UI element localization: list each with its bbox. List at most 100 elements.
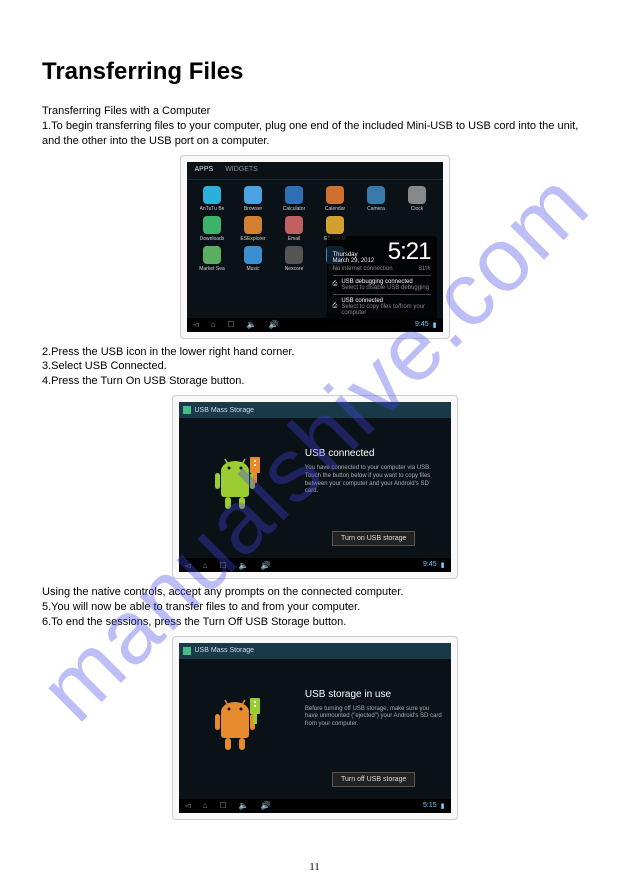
usb-desc: Before turning off USB storage, make sur… [305, 706, 443, 729]
app-glyph-icon [367, 216, 385, 234]
subtitle: Transferring Files with a Computer [42, 104, 587, 119]
app-icon: Downloads [193, 216, 232, 242]
recent-icon: ☐ [220, 801, 227, 810]
step-6: 6.To end the sessions, press the Turn Of… [42, 615, 587, 630]
app-label: Market Sea [199, 266, 225, 272]
app-icon: Browser [234, 186, 273, 212]
vol-up-icon: 🔊 [261, 801, 271, 810]
figure-1-tablet: APPS WIDGETS AnTuTu Be Browser Calculator C… [180, 155, 450, 339]
usb-desc: You have connected to your computer via … [305, 465, 443, 496]
usb-icon: ⎙ [333, 281, 338, 288]
app-label: Nexcore [285, 266, 304, 272]
nav-time: 9:45 [415, 321, 429, 329]
home-icon: ⌂ [203, 561, 208, 570]
app-label: Calculator [283, 206, 306, 212]
recent-icon: ☐ [228, 320, 235, 329]
app-glyph-icon [408, 216, 426, 234]
step-4: 4.Press the Turn On USB Storage button. [42, 374, 587, 389]
figure-2-screen: USB Mass Storage USB connected You have … [179, 402, 451, 572]
clock-date: March 29, 2012 [333, 258, 375, 264]
app-glyph-icon [285, 246, 303, 264]
app-icon: Camera [357, 186, 396, 212]
tab-apps: APPS [195, 166, 214, 175]
app-glyph-icon [244, 186, 262, 204]
app-label: Music [246, 266, 259, 272]
app-glyph-icon [285, 186, 303, 204]
nav-time: 5:15 [423, 802, 437, 810]
figure-3-screen: USB Mass Storage USB storage in use Befo… [179, 643, 451, 813]
app-label: Email [288, 236, 301, 242]
step-1: 1.To begin transferring files to your co… [42, 119, 587, 149]
app-icon: ESExplorer [234, 216, 273, 242]
app-glyph-icon [367, 186, 385, 204]
vol-down-icon: 🔈 [239, 801, 249, 810]
lower-steps: Using the native controls, accept any pr… [42, 585, 587, 630]
android-robot [179, 659, 301, 799]
page-number: 11 [0, 861, 629, 873]
android-mini-icon [183, 647, 191, 655]
turn-off-usb-button[interactable]: Turn off USB storage [332, 772, 415, 787]
native-controls-note: Using the native controls, accept any pr… [42, 585, 587, 600]
usb-titlebar: USB Mass Storage [179, 643, 451, 659]
step-5: 5.You will now be able to transfer files… [42, 600, 587, 615]
app-icon: Email [275, 216, 314, 242]
app-glyph-icon [244, 216, 262, 234]
clock-time: 5:21 [388, 240, 431, 264]
nav-bar: ◅ ⌂ ☐ 🔈 🔊 9:45▮ [187, 318, 443, 332]
app-label: Clock [411, 206, 424, 212]
android-mini-icon [183, 406, 191, 414]
home-icon: ⌂ [203, 801, 208, 810]
app-icon: Clock [398, 186, 437, 212]
back-icon: ◅ [185, 801, 191, 810]
figure-3-tablet: USB Mass Storage USB storage in use Befo… [172, 636, 458, 820]
android-robot [179, 418, 301, 558]
app-icon: Calculator [275, 186, 314, 212]
app-label: Browser [244, 206, 262, 212]
nav-bar: ◅ ⌂ ☐ 🔈 🔊 5:15 ▮ [179, 799, 451, 813]
battery-icon: ▮ [441, 561, 445, 569]
back-icon: ◅ [185, 561, 191, 570]
tab-row: APPS WIDGETS [187, 162, 443, 180]
app-label: AnTuTu Be [200, 206, 225, 212]
usb-top-label: USB Mass Storage [195, 647, 255, 654]
app-label: Downloads [200, 236, 225, 242]
page-title: Transferring Files [42, 58, 587, 86]
app-label: ESExplorer [240, 236, 265, 242]
notif-1-sub: Select to disable USB debugging [341, 285, 429, 291]
step-2: 2.Press the USB icon in the lower right … [42, 345, 587, 360]
battery-icon: ▮ [441, 802, 445, 810]
usb-title: USB connected [305, 448, 443, 459]
nav-time: 9:45 [423, 561, 437, 569]
app-glyph-icon [203, 186, 221, 204]
notification-panel: Thursday March 29, 2012 5:21 No internet… [327, 236, 437, 322]
app-glyph-icon [326, 186, 344, 204]
figure-1-screen: APPS WIDGETS AnTuTu Be Browser Calculator C… [187, 162, 443, 332]
home-icon: ⌂ [211, 320, 216, 329]
vol-down-icon: 🔈 [247, 320, 257, 329]
app-icon: Calendar [316, 186, 355, 212]
app-label: Calendar [325, 206, 345, 212]
usb-top-label: USB Mass Storage [195, 407, 255, 414]
battery-icon: ▮ [433, 321, 437, 329]
recent-icon: ☐ [220, 561, 227, 570]
app-icon: Nexcore [275, 246, 314, 272]
notif-2-sub: Select to copy files to/from your comput… [341, 304, 430, 316]
usb-titlebar: USB Mass Storage [179, 402, 451, 418]
turn-on-usb-button[interactable]: Turn on USB storage [332, 531, 416, 546]
app-icon: Market Sea [193, 246, 232, 272]
figure-2-tablet: USB Mass Storage USB connected You have … [172, 395, 458, 579]
app-icon: Music [234, 246, 273, 272]
app-glyph-icon [203, 246, 221, 264]
nav-bar: ◅ ⌂ ☐ 🔈 🔊 9:45 ▮ [179, 558, 451, 572]
clock-batt: 81% [418, 266, 430, 272]
app-glyph-icon [244, 246, 262, 264]
step-3: 3.Select USB Connected. [42, 359, 587, 374]
app-glyph-icon [285, 216, 303, 234]
vol-down-icon: 🔈 [239, 561, 249, 570]
mid-steps: 2.Press the USB icon in the lower right … [42, 345, 587, 390]
app-glyph-icon [408, 186, 426, 204]
clock-status: No internet connection [333, 266, 393, 272]
back-icon: ◅ [193, 320, 199, 329]
vol-up-icon: 🔊 [261, 561, 271, 570]
intro-block: Transferring Files with a Computer 1.To … [42, 104, 587, 149]
